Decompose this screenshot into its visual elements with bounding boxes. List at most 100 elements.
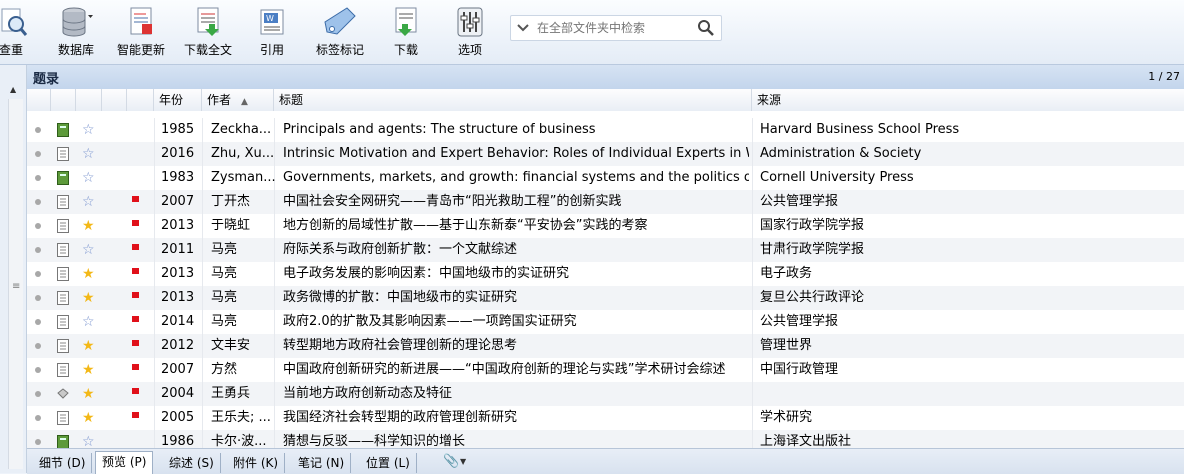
author-cell: 方然 bbox=[211, 362, 238, 377]
search-icon[interactable] bbox=[697, 19, 715, 37]
table-row[interactable]: ★ 2004 王勇兵 当前地方政府创新动态及特征 bbox=[27, 382, 1184, 406]
table-row[interactable]: ★ 2013 马亮 电子政务发展的影响因素：中国地级市的实证研究 电子政务 bbox=[27, 262, 1184, 286]
author-cell: 卡尔·波... bbox=[211, 434, 267, 448]
tab-details[interactable]: 细节 (D) bbox=[33, 453, 93, 473]
author-cell: 马亮 bbox=[211, 242, 238, 257]
table-row[interactable]: ☆ 1983 Zysman... Governments, markets, and … bbox=[27, 166, 1184, 190]
pane-title: 题录 bbox=[33, 72, 60, 87]
star-icon[interactable]: ☆ bbox=[82, 146, 95, 162]
star-icon[interactable]: ☆ bbox=[82, 242, 95, 258]
tab-summary[interactable]: 综述 (S) bbox=[163, 453, 221, 473]
col-type[interactable] bbox=[51, 89, 76, 111]
tab-notes-label: 笔记 (N) bbox=[298, 456, 345, 470]
query-label: 查重 bbox=[0, 43, 23, 57]
tab-attachments[interactable]: 附件 (K) bbox=[227, 453, 286, 473]
table-row[interactable]: ☆ 2014 马亮 政府2.0的扩散及其影响因素——一项跨国实证研究 公共管理学报 bbox=[27, 310, 1184, 334]
star-icon[interactable]: ★ bbox=[82, 362, 95, 378]
col-author[interactable]: 作者 ▲ bbox=[202, 89, 274, 111]
tab-preview[interactable]: 预览 (P) bbox=[95, 451, 154, 474]
article-icon bbox=[57, 339, 69, 353]
column-divider bbox=[752, 238, 753, 262]
table-row[interactable]: ★ 2013 马亮 政务微博的扩散：中国地级市的实证研究 复旦公共行政评论 bbox=[27, 286, 1184, 310]
star-icon[interactable]: ☆ bbox=[82, 170, 95, 186]
table-row[interactable]: ☆ 1986 卡尔·波... 猜想与反驳——科学知识的增长 上海译文出版社 bbox=[27, 430, 1184, 448]
col-attach[interactable] bbox=[102, 89, 127, 111]
svg-text:W: W bbox=[266, 14, 274, 23]
star-icon[interactable]: ☆ bbox=[82, 314, 95, 330]
download-fulltext-button[interactable]: 下载全文 bbox=[180, 6, 236, 62]
star-icon[interactable]: ★ bbox=[82, 218, 95, 234]
author-cell: Zeckha... bbox=[211, 122, 272, 137]
star-icon[interactable]: ★ bbox=[82, 290, 95, 306]
tag-label: 标签标记 bbox=[315, 43, 364, 57]
year-cell: 2014 bbox=[161, 314, 195, 329]
column-divider bbox=[752, 382, 753, 406]
title-cell: 当前地方政府创新动态及特征 bbox=[283, 386, 453, 401]
star-icon[interactable]: ☆ bbox=[82, 122, 95, 138]
chevron-down-icon[interactable]: ▼ bbox=[460, 457, 466, 466]
author-cell: 王乐夫; ... bbox=[211, 410, 271, 425]
cite-button[interactable]: W 引用 bbox=[254, 6, 290, 62]
paperclip-icon[interactable]: 📎 bbox=[443, 454, 459, 469]
column-divider bbox=[154, 406, 155, 430]
table-row[interactable]: ☆ 2016 Zhu, Xu... Intrinsic Motivation and … bbox=[27, 142, 1184, 166]
query-button[interactable]: 查重 bbox=[0, 6, 36, 62]
flag-icon bbox=[132, 268, 139, 274]
year-cell: 1983 bbox=[161, 170, 195, 185]
column-divider bbox=[752, 358, 753, 382]
scroll-up-icon[interactable]: ▲ bbox=[10, 85, 16, 94]
options-button[interactable]: 选项 bbox=[452, 6, 488, 62]
col-star[interactable] bbox=[76, 89, 102, 111]
chevron-down-icon[interactable] bbox=[516, 21, 530, 35]
star-icon[interactable]: ★ bbox=[82, 338, 95, 354]
tag-button[interactable]: 标签标记 bbox=[312, 6, 368, 62]
table-row[interactable]: ★ 2005 王乐夫; ... 我国经济社会转型期的政府管理创新研究 学术研究 bbox=[27, 406, 1184, 430]
col-flag[interactable] bbox=[127, 89, 154, 111]
table-row[interactable]: ★ 2012 文丰安 转型期地方政府社会管理创新的理论思考 管理世界 bbox=[27, 334, 1184, 358]
download-label: 下载 bbox=[393, 43, 418, 57]
flag-icon bbox=[132, 244, 139, 250]
detail-tabbar: 细节 (D) 预览 (P) 综述 (S) 附件 (K) 笔记 (N) 位置 (L… bbox=[27, 448, 1184, 474]
star-icon[interactable]: ★ bbox=[82, 410, 95, 426]
year-cell: 2013 bbox=[161, 266, 195, 281]
cite-label: 引用 bbox=[259, 43, 284, 57]
col-year-label: 年份 bbox=[159, 93, 184, 107]
flag-icon bbox=[132, 412, 139, 418]
reference-list[interactable]: ☆ 1985 Zeckha... Principals and agents: The… bbox=[27, 111, 1184, 448]
col-status[interactable] bbox=[27, 89, 51, 111]
tab-location[interactable]: 位置 (L) bbox=[360, 453, 417, 473]
article-icon bbox=[57, 243, 69, 257]
table-row[interactable]: ★ 2013 于晓虹 地方创新的局域性扩散——基于山东新泰“平安协会”实践的考察 国家行… bbox=[27, 214, 1184, 238]
table-row[interactable]: ★ 2007 方然 中国政府创新研究的新进展——“中国政府创新的理论与实践”学术研讨会… bbox=[27, 358, 1184, 382]
download-icon bbox=[395, 7, 417, 36]
col-year[interactable]: 年份 bbox=[154, 89, 202, 111]
star-icon[interactable]: ☆ bbox=[82, 434, 95, 448]
database-button[interactable]: 数据库 bbox=[54, 6, 98, 62]
smart-update-label: 智能更新 bbox=[116, 43, 165, 57]
flag-icon bbox=[132, 292, 139, 298]
search-input[interactable] bbox=[535, 18, 699, 38]
smart-update-button[interactable]: 智能更新 bbox=[113, 6, 169, 62]
tab-notes[interactable]: 笔记 (N) bbox=[292, 453, 352, 473]
title-cell: Principals and agents: The structure of … bbox=[283, 122, 596, 137]
star-icon[interactable]: ☆ bbox=[82, 194, 95, 210]
left-scrollbar[interactable]: ≡ bbox=[8, 99, 23, 469]
search-box bbox=[510, 15, 722, 41]
source-cell: Harvard Business School Press bbox=[760, 122, 960, 137]
cite-icon: W bbox=[260, 9, 284, 35]
source-cell: 甘肃行政学院学报 bbox=[760, 242, 865, 257]
splitter-grip-icon[interactable]: ≡ bbox=[12, 281, 20, 292]
table-row[interactable]: ☆ 1985 Zeckha... Principals and agents: The… bbox=[27, 118, 1184, 142]
author-cell: 王勇兵 bbox=[211, 386, 251, 401]
column-divider bbox=[154, 262, 155, 286]
table-row[interactable]: ☆ 2007 丁开杰 中国社会安全网研究——青岛市“阳光救助工程”的创新实践 公共管理学… bbox=[27, 190, 1184, 214]
flag-icon bbox=[132, 340, 139, 346]
download-button[interactable]: 下载 bbox=[388, 6, 424, 62]
star-icon[interactable]: ★ bbox=[82, 386, 95, 402]
table-row[interactable]: ☆ 2011 马亮 府际关系与政府创新扩散：一个文献综述 甘肃行政学院学报 bbox=[27, 238, 1184, 262]
col-source[interactable]: 来源 bbox=[752, 89, 1184, 111]
year-cell: 2007 bbox=[161, 362, 195, 377]
col-title[interactable]: 标题 bbox=[274, 89, 752, 111]
star-icon[interactable]: ★ bbox=[82, 266, 95, 282]
column-divider bbox=[154, 142, 155, 166]
